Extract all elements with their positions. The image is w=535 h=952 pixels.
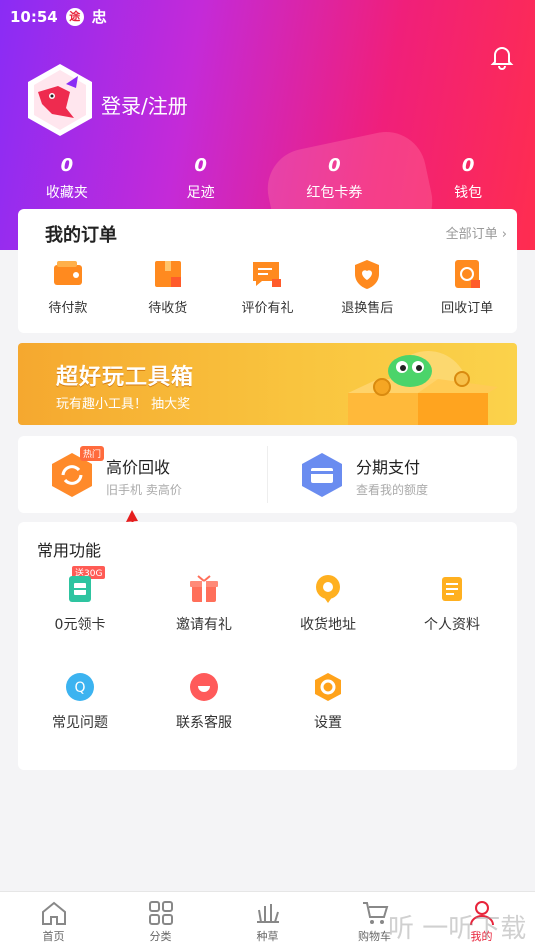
cart-icon (362, 902, 388, 924)
status-time: 10:54 (10, 7, 58, 26)
card-icon (302, 453, 342, 497)
all-orders-link[interactable]: 全部订单 › (446, 223, 507, 242)
installment-service[interactable]: 分期支付 查看我的额度 (268, 436, 517, 513)
stat-label: 钱包 (454, 185, 483, 201)
wallet-icon (53, 261, 82, 285)
service-title: 分期支付 (356, 458, 421, 477)
service-subtitle: 旧手机 卖高价 (106, 483, 182, 497)
status-bar: 10:54 途 忠 (10, 6, 107, 27)
status-extra: 忠 (91, 8, 107, 26)
service-icon (190, 673, 218, 701)
tab-grass[interactable]: 种草 (214, 892, 321, 952)
login-register-link[interactable]: 登录/注册 (101, 90, 188, 119)
category-icon (148, 901, 173, 925)
stat-favorites[interactable]: 0 收藏夹 (0, 155, 134, 202)
faq-icon: Q (66, 673, 94, 701)
stat-label: 收藏夹 (45, 185, 88, 201)
stat-wallet[interactable]: 0 钱包 (401, 155, 535, 202)
orders-title: 我的订单 (45, 225, 117, 246)
order-pending-receipt[interactable]: 待收货 (118, 257, 218, 316)
common-functions-card: 常用功能 送30G 0元领卡 邀请有礼 收货地址 个人资料 Q 常见问题 联系客… (18, 522, 517, 770)
service-subtitle: 查看我的额度 (356, 483, 429, 497)
watermark: 听 一听下载 (388, 914, 527, 944)
func-label: 0元领卡 (54, 617, 106, 633)
tab-category[interactable]: 分类 (107, 892, 214, 952)
status-badge: 途 (65, 7, 84, 26)
tab-label: 首页 (42, 930, 65, 943)
order-pending-payment[interactable]: 待付款 (18, 257, 118, 316)
stat-value: 0 (328, 155, 341, 176)
stat-coupons[interactable]: 0 红包卡券 (268, 155, 402, 202)
order-label: 评价有礼 (241, 301, 294, 316)
common-title: 常用功能 (37, 541, 102, 560)
func-invite[interactable]: 邀请有礼 (142, 574, 266, 634)
location-icon (316, 575, 340, 603)
func-settings[interactable]: 设置 (266, 672, 390, 732)
func-customer-service[interactable]: 联系客服 (142, 672, 266, 732)
order-label: 退换售后 (341, 301, 394, 316)
tab-label: 购物车 (358, 930, 391, 943)
services-card: 热门 高价回收 旧手机 卖高价 分期支付 查看我的额度 (18, 436, 517, 513)
func-label: 联系客服 (176, 715, 232, 731)
func-free-card[interactable]: 0元领卡 (18, 574, 142, 634)
order-review[interactable]: 评价有礼 (218, 257, 318, 316)
banner-subtitle: 玩有趣小工具！ 抽大奖 (56, 397, 191, 412)
stat-footprints[interactable]: 0 足迹 (134, 155, 268, 202)
order-label: 待收货 (148, 301, 188, 316)
func-label: 常见问题 (52, 715, 108, 731)
my-orders-card: 我的订单 全部订单 › 待付款 待收货 评价有礼 退换售后 回收订单 (18, 209, 517, 333)
func-faq[interactable]: Q 常见问题 (18, 672, 142, 732)
svg-text:Q: Q (74, 680, 85, 696)
comment-icon (253, 262, 282, 287)
home-icon (41, 901, 66, 925)
order-recycle[interactable]: 回收订单 (417, 257, 517, 316)
bell-icon[interactable] (488, 42, 516, 74)
gift-icon (190, 575, 218, 602)
avatar[interactable] (22, 62, 98, 138)
stat-value: 0 (461, 155, 475, 176)
order-label: 回收订单 (441, 301, 494, 316)
stats-row: 0 收藏夹 0 足迹 0 红包卡券 0 钱包 (0, 155, 535, 202)
order-after-sales[interactable]: 退换售后 (317, 257, 417, 316)
func-label: 收货地址 (300, 617, 356, 633)
stat-label: 足迹 (186, 185, 215, 201)
tab-label: 分类 (149, 930, 172, 943)
stat-label: 红包卡券 (306, 185, 363, 201)
package-icon (154, 261, 181, 287)
recycle-service[interactable]: 热门 高价回收 旧手机 卖高价 (18, 436, 267, 513)
tab-label: 种草 (256, 930, 279, 943)
tab-home[interactable]: 首页 (0, 892, 107, 952)
grass-icon (256, 904, 279, 923)
recycle-icon (455, 260, 481, 288)
treasure-box-illustration (348, 351, 498, 425)
func-label: 设置 (314, 715, 342, 731)
banner-headline: 超好玩工具箱 (56, 365, 195, 390)
toolbox-banner[interactable]: 超好玩工具箱 玩有趣小工具！ 抽大奖 (18, 343, 517, 425)
stat-value: 0 (194, 155, 207, 176)
service-title: 高价回收 (106, 458, 171, 477)
settings-icon (315, 673, 341, 701)
order-label: 待付款 (48, 301, 88, 316)
profile-icon (442, 577, 462, 601)
func-profile[interactable]: 个人资料 (390, 574, 514, 634)
func-address[interactable]: 收货地址 (266, 574, 390, 634)
shield-icon (355, 260, 380, 289)
func-label: 邀请有礼 (176, 617, 232, 633)
func-label: 个人资料 (424, 617, 480, 633)
stat-value: 0 (60, 155, 74, 176)
sim-card-icon (69, 576, 91, 602)
hot-badge: 热门 (80, 446, 105, 461)
